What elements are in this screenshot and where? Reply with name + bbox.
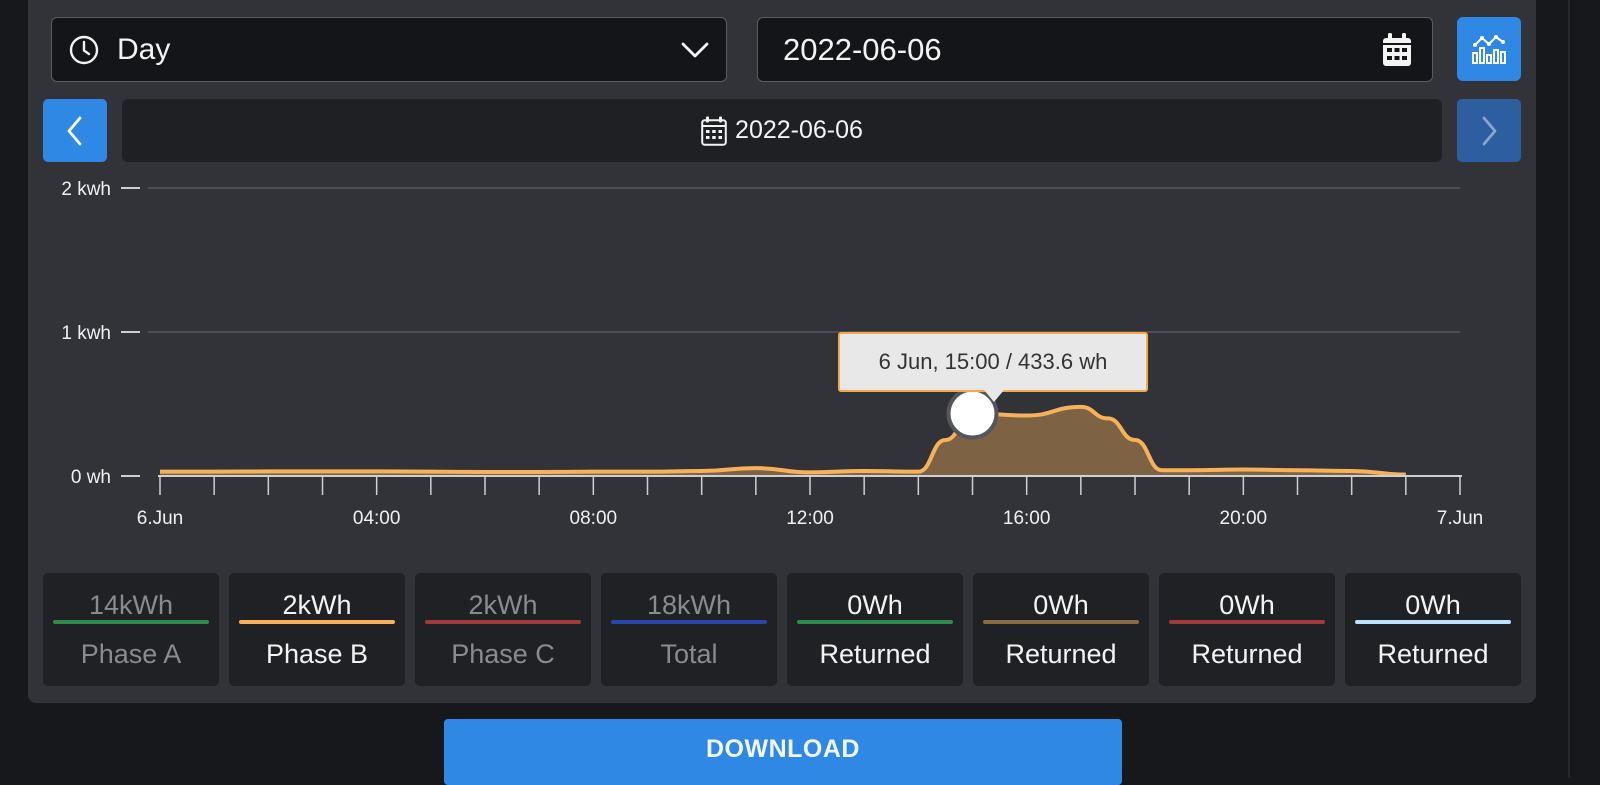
chart-tooltip-text: 6 Jun, 15:00 / 433.6 wh xyxy=(878,349,1108,374)
y-tick-label: 2 kwh xyxy=(61,179,111,200)
chart-view-button[interactable] xyxy=(1457,17,1521,81)
legend-swatch xyxy=(611,620,767,624)
legend-swatch xyxy=(797,620,953,624)
x-tick-label: 12:00 xyxy=(786,508,834,529)
next-day-button[interactable] xyxy=(1457,99,1521,162)
legend-swatch xyxy=(425,620,581,624)
x-tick-label: 6.Jun xyxy=(137,508,183,529)
legend-name: Phase B xyxy=(265,639,369,669)
period-select-value: Day xyxy=(117,33,171,66)
legend: 14kWh Phase A 2kWh Phase B 2kWh Phase C … xyxy=(43,573,1521,686)
legend-swatch xyxy=(53,620,209,624)
legend-item[interactable]: 0Wh Returned xyxy=(787,573,963,686)
chart-icon xyxy=(1472,35,1506,64)
clock-icon xyxy=(69,35,99,65)
y-tick-label: 0 wh xyxy=(71,467,111,488)
legend-value: 0Wh xyxy=(847,590,903,620)
period-select[interactable]: Day xyxy=(51,17,727,82)
legend-value: 0Wh xyxy=(1033,590,1089,620)
legend-swatch xyxy=(239,620,395,624)
legend-name: Returned xyxy=(1191,639,1303,669)
legend-value: 0Wh xyxy=(1405,590,1461,620)
y-tick-label: 1 kwh xyxy=(61,323,111,344)
legend-name: Phase C xyxy=(451,639,555,669)
legend-item[interactable]: 18kWh Total xyxy=(601,573,777,686)
legend-value: 2kWh xyxy=(468,590,538,620)
x-tick-label: 08:00 xyxy=(570,508,618,529)
chevron-right-icon xyxy=(1482,116,1497,146)
legend-swatch xyxy=(1355,620,1511,624)
series-area xyxy=(160,406,1406,476)
chevron-down-icon xyxy=(681,42,709,58)
x-tick-label: 20:00 xyxy=(1220,508,1268,529)
date-input[interactable]: 2022-06-06 xyxy=(757,17,1433,82)
current-date-display[interactable]: 2022-06-06 xyxy=(122,99,1442,162)
legend-item[interactable]: 2kWh Phase B xyxy=(229,573,405,686)
date-input-value: 2022-06-06 xyxy=(783,32,942,67)
legend-value: 2kWh xyxy=(282,590,352,620)
x-tick-label: 7.Jun xyxy=(1437,508,1483,529)
legend-item[interactable]: 14kWh Phase A xyxy=(43,573,219,686)
legend-item[interactable]: 0Wh Returned xyxy=(1159,573,1335,686)
legend-value: 0Wh xyxy=(1219,590,1275,620)
calendar-icon[interactable] xyxy=(1382,33,1412,67)
download-button[interactable]: DOWNLOAD xyxy=(444,719,1122,785)
legend-value: 14kWh xyxy=(88,590,174,620)
chart-tooltip: 6 Jun, 15:00 / 433.6 wh xyxy=(838,332,1148,402)
energy-chart[interactable]: 2 kwh 1 kwh 0 wh 6.Jun 04:00 08:00 12:00 16:00… xyxy=(28,170,1518,550)
page-divider xyxy=(1568,0,1570,778)
legend-swatch xyxy=(983,620,1139,624)
legend-swatch xyxy=(1169,620,1325,624)
previous-day-button[interactable] xyxy=(43,99,107,162)
legend-value: 18kWh xyxy=(646,590,732,620)
legend-item[interactable]: 0Wh Returned xyxy=(973,573,1149,686)
legend-name: Phase A xyxy=(80,639,182,669)
legend-name: Returned xyxy=(819,639,931,669)
legend-name: Returned xyxy=(1377,639,1489,669)
chevron-left-icon xyxy=(67,116,82,146)
x-tick-label: 04:00 xyxy=(353,508,401,529)
calendar-icon xyxy=(701,116,727,146)
legend-item[interactable]: 2kWh Phase C xyxy=(415,573,591,686)
legend-name: Returned xyxy=(1005,639,1117,669)
current-date-label: 2022-06-06 xyxy=(735,116,863,144)
legend-item[interactable]: 0Wh Returned xyxy=(1345,573,1521,686)
series-line xyxy=(159,404,1406,477)
x-tick-label: 16:00 xyxy=(1003,508,1051,529)
legend-name: Total xyxy=(660,639,718,669)
